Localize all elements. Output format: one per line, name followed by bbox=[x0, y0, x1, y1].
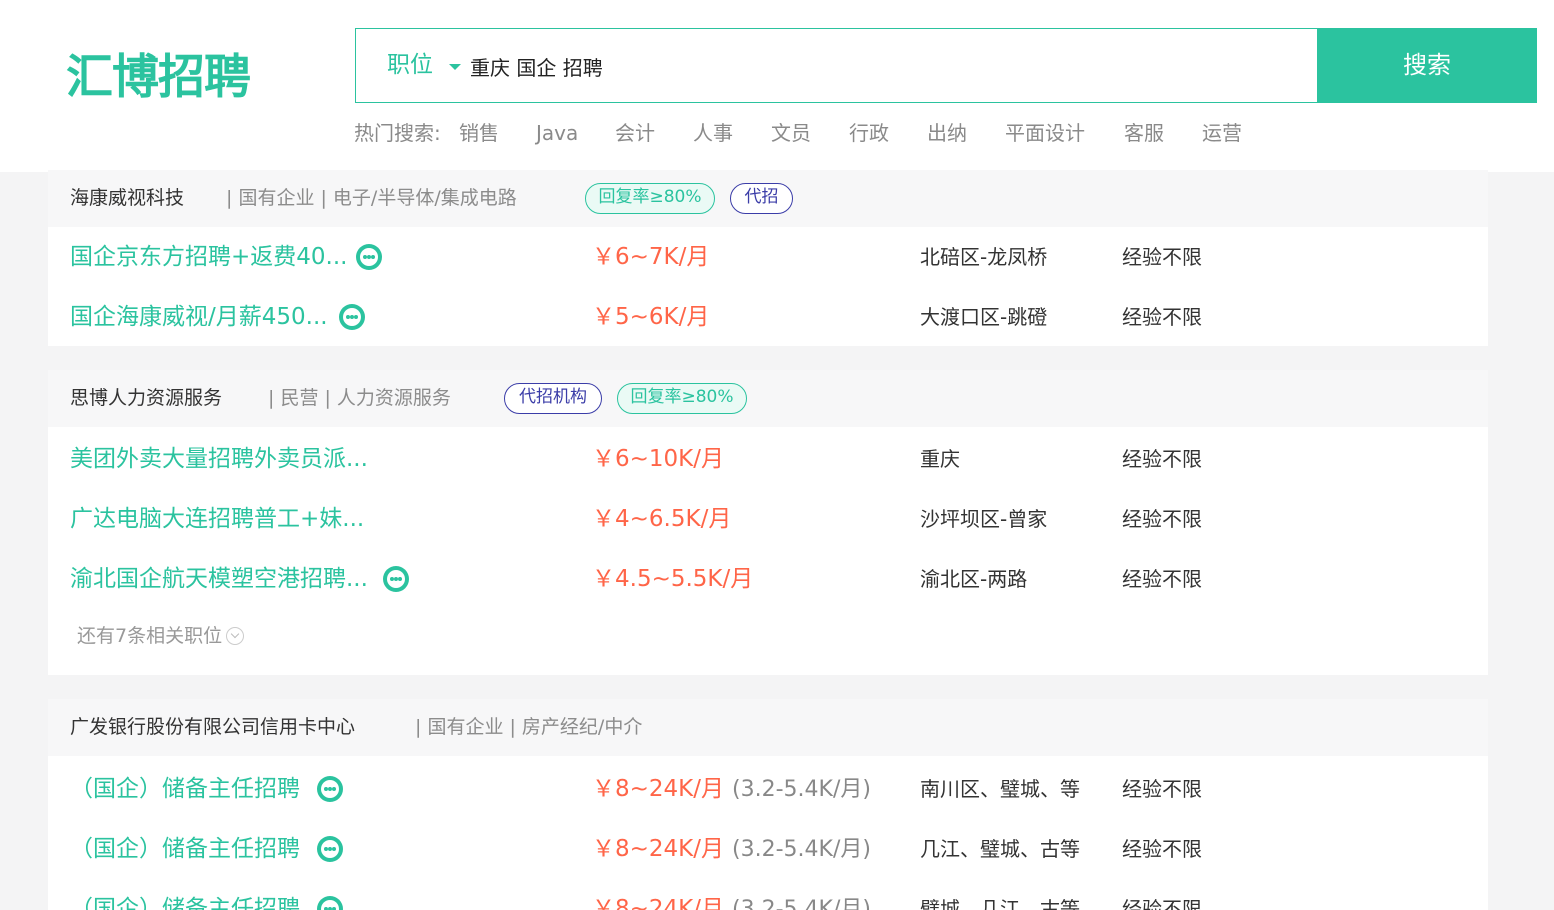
hot-search-term[interactable]: 文员 bbox=[771, 116, 811, 150]
company-name[interactable]: 海康威视科技 bbox=[70, 170, 184, 227]
job-experience: 经验不限 bbox=[1122, 305, 1202, 329]
job-experience: 经验不限 bbox=[1122, 897, 1202, 910]
job-location: 南川区、璧城、等 bbox=[920, 777, 1080, 801]
company-meta: | 民营 | 人力资源服务 bbox=[268, 387, 451, 409]
job-title[interactable]: （国企）储备主任招聘 bbox=[70, 759, 300, 819]
job-experience: 经验不限 bbox=[1122, 837, 1202, 861]
hot-search-term[interactable]: 行政 bbox=[849, 116, 889, 150]
hot-search-term[interactable]: 客服 bbox=[1124, 116, 1164, 150]
hot-search-term[interactable]: 人事 bbox=[693, 116, 733, 150]
job-experience: 经验不限 bbox=[1122, 245, 1202, 269]
company-name[interactable]: 思博人力资源服务 bbox=[70, 370, 222, 427]
job-salary-note: (3.2-5.4K/月) bbox=[732, 897, 871, 910]
job-location: 北碚区-龙凤桥 bbox=[920, 245, 1048, 269]
chat-icon[interactable] bbox=[383, 566, 409, 592]
company-header: 海康威视科技 | 国有企业 | 电子/半导体/集成电路 回复率≥80% 代招 bbox=[48, 170, 1488, 227]
search-type-select[interactable]: 职位 bbox=[387, 29, 433, 102]
search-box: 职位 bbox=[355, 28, 1318, 103]
job-row[interactable]: （国企）储备主任招聘 ￥8~24K/月 (3.2-5.4K/月) 南川区、璧城、等… bbox=[48, 759, 1488, 819]
job-salary-group: ￥8~24K/月 (3.2-5.4K/月) bbox=[592, 759, 871, 820]
site-header: 汇博招聘 职位 搜索 热门搜索: 销售 Java 会计 人事 文员 行政 出纳 … bbox=[0, 0, 1554, 172]
company-meta: | 国有企业 | 电子/半导体/集成电路 bbox=[226, 187, 517, 209]
job-location: 重庆 bbox=[920, 447, 960, 471]
hot-search-term[interactable]: 平面设计 bbox=[1005, 116, 1085, 150]
job-location: 大渡口区-跳磴 bbox=[920, 305, 1048, 329]
chat-icon[interactable] bbox=[356, 244, 382, 270]
more-jobs-label: 还有7条相关职位 bbox=[77, 625, 223, 647]
company-meta: | 国有企业 | 房产经纪/中介 bbox=[415, 716, 643, 738]
hot-search-term[interactable]: 出纳 bbox=[927, 116, 967, 150]
job-row[interactable]: （国企）储备主任招聘 ￥8~24K/月 (3.2-5.4K/月) 几江、璧城、古等… bbox=[48, 819, 1488, 879]
arrow-down-circle-icon bbox=[226, 627, 245, 645]
job-salary-group: ￥8~24K/月 (3.2-5.4K/月) bbox=[592, 879, 871, 910]
job-title[interactable]: 美团外卖大量招聘外卖员派... bbox=[70, 429, 368, 489]
job-salary: ￥6~10K/月 bbox=[592, 446, 725, 472]
chat-icon[interactable] bbox=[339, 304, 365, 330]
hot-search-term[interactable]: 会计 bbox=[615, 116, 655, 150]
company-name[interactable]: 广发银行股份有限公司信用卡中心 bbox=[70, 699, 355, 756]
job-location: 渝北区-两路 bbox=[920, 567, 1028, 591]
hot-search-term[interactable]: 销售 bbox=[459, 116, 499, 150]
job-row[interactable]: 国企海康威视/月薪450... ￥5~6K/月 大渡口区-跳磴 经验不限 bbox=[48, 287, 1488, 347]
job-row[interactable]: 美团外卖大量招聘外卖员派... ￥6~10K/月 重庆 经验不限 bbox=[48, 429, 1488, 489]
job-salary: ￥8~24K/月 bbox=[592, 896, 725, 910]
hot-search-label: 热门搜索: bbox=[354, 121, 441, 145]
reply-rate-badge: 回复率≥80% bbox=[585, 183, 715, 214]
agency-badge: 代招 bbox=[730, 183, 793, 214]
job-title[interactable]: 国企海康威视/月薪450... bbox=[70, 287, 328, 347]
job-salary: ￥6~7K/月 bbox=[592, 244, 710, 270]
company-header: 广发银行股份有限公司信用卡中心 | 国有企业 | 房产经纪/中介 bbox=[48, 699, 1488, 756]
job-title[interactable]: 广达电脑大连招聘普工+妹... bbox=[70, 489, 364, 549]
job-location: 沙坪坝区-曾家 bbox=[920, 507, 1048, 531]
job-salary: ￥5~6K/月 bbox=[592, 304, 710, 330]
search-input[interactable] bbox=[470, 47, 1290, 85]
chat-icon[interactable] bbox=[317, 836, 343, 862]
job-salary: ￥8~24K/月 bbox=[592, 776, 725, 802]
job-title[interactable]: （国企）储备主任招聘 bbox=[70, 879, 300, 910]
job-row[interactable]: 广达电脑大连招聘普工+妹... ￥4~6.5K/月 沙坪坝区-曾家 经验不限 bbox=[48, 489, 1488, 549]
job-salary-note: (3.2-5.4K/月) bbox=[732, 777, 871, 802]
job-title[interactable]: 国企京东方招聘+返费40... bbox=[70, 227, 347, 287]
hot-search-term[interactable]: 运营 bbox=[1202, 116, 1242, 150]
job-experience: 经验不限 bbox=[1122, 567, 1202, 591]
job-salary: ￥8~24K/月 bbox=[592, 836, 725, 862]
hot-search-term[interactable]: Java bbox=[536, 116, 578, 150]
job-experience: 经验不限 bbox=[1122, 447, 1202, 471]
site-logo[interactable]: 汇博招聘 bbox=[66, 48, 251, 108]
job-row[interactable]: 国企京东方招聘+返费40... ￥6~7K/月 北碚区-龙凤桥 经验不限 bbox=[48, 227, 1488, 287]
job-title[interactable]: （国企）储备主任招聘 bbox=[70, 819, 300, 879]
job-row[interactable]: （国企）储备主任招聘 ￥8~24K/月 (3.2-5.4K/月) 璧城、几江、古等… bbox=[48, 879, 1488, 910]
reply-rate-badge: 回复率≥80% bbox=[617, 383, 747, 414]
search-button[interactable]: 搜索 bbox=[1317, 28, 1537, 103]
job-experience: 经验不限 bbox=[1122, 777, 1202, 801]
company-card: 广发银行股份有限公司信用卡中心 | 国有企业 | 房产经纪/中介 （国企）储备主… bbox=[48, 699, 1488, 910]
company-card: 海康威视科技 | 国有企业 | 电子/半导体/集成电路 回复率≥80% 代招 国… bbox=[48, 170, 1488, 346]
agency-badge: 代招机构 bbox=[504, 383, 602, 414]
company-card: 思博人力资源服务 | 民营 | 人力资源服务 代招机构 回复率≥80% 美团外卖… bbox=[48, 370, 1488, 675]
company-header: 思博人力资源服务 | 民营 | 人力资源服务 代招机构 回复率≥80% bbox=[48, 370, 1488, 427]
job-salary: ￥4~6.5K/月 bbox=[592, 506, 732, 532]
job-salary: ￥4.5~5.5K/月 bbox=[592, 566, 754, 592]
job-salary-group: ￥8~24K/月 (3.2-5.4K/月) bbox=[592, 819, 871, 880]
job-title[interactable]: 渝北国企航天模塑空港招聘... bbox=[70, 549, 368, 609]
job-location: 璧城、几江、古等 bbox=[920, 897, 1080, 910]
caret-down-icon[interactable] bbox=[449, 64, 461, 70]
chat-icon[interactable] bbox=[317, 896, 343, 910]
job-row[interactable]: 渝北国企航天模塑空港招聘... ￥4.5~5.5K/月 渝北区-两路 经验不限 bbox=[48, 549, 1488, 609]
job-experience: 经验不限 bbox=[1122, 507, 1202, 531]
job-location: 几江、璧城、古等 bbox=[920, 837, 1080, 861]
more-jobs-link[interactable]: 还有7条相关职位 bbox=[77, 620, 245, 652]
job-salary-note: (3.2-5.4K/月) bbox=[732, 837, 871, 862]
chat-icon[interactable] bbox=[317, 776, 343, 802]
